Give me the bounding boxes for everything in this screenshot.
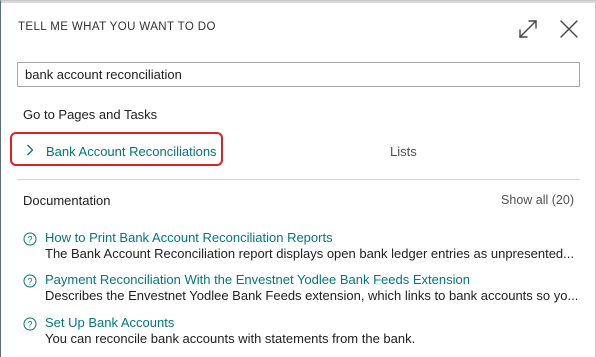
- result-row-bank-account-reconciliations[interactable]: Bank Account Reconciliations: [10, 132, 223, 166]
- chevron-right-icon: [27, 144, 34, 156]
- section-divider: [17, 179, 580, 180]
- svg-text:?: ?: [27, 319, 32, 329]
- doc-description: You can reconcile bank accounts with sta…: [45, 331, 416, 346]
- show-all-link[interactable]: Show all (20): [501, 193, 574, 207]
- doc-title-link[interactable]: Payment Reconciliation With the Envestne…: [45, 272, 470, 287]
- close-icon[interactable]: [558, 18, 580, 40]
- result-link[interactable]: Bank Account Reconciliations: [46, 144, 217, 159]
- doc-description: Describes the Envestnet Yodlee Bank Feed…: [45, 288, 579, 303]
- doc-description: The Bank Account Reconciliation report d…: [45, 246, 574, 261]
- svg-text:?: ?: [27, 234, 32, 244]
- expand-icon[interactable]: [517, 18, 539, 40]
- dialog-title: TELL ME WHAT YOU WANT TO DO: [18, 21, 216, 33]
- help-icon: ?: [23, 317, 37, 331]
- result-category: Lists: [390, 144, 417, 159]
- doc-title-link[interactable]: How to Print Bank Account Reconciliation…: [45, 230, 333, 245]
- svg-text:?: ?: [27, 276, 32, 286]
- documentation-heading: Documentation: [23, 193, 111, 208]
- pages-and-tasks-heading: Go to Pages and Tasks: [23, 107, 158, 122]
- tell-me-dialog: TELL ME WHAT YOU WANT TO DO Go to Pages …: [0, 0, 596, 357]
- top-divider: [1, 1, 596, 3]
- help-icon: ?: [23, 232, 37, 246]
- help-icon: ?: [23, 274, 37, 288]
- search-input[interactable]: [17, 62, 580, 87]
- doc-title-link[interactable]: Set Up Bank Accounts: [45, 315, 174, 330]
